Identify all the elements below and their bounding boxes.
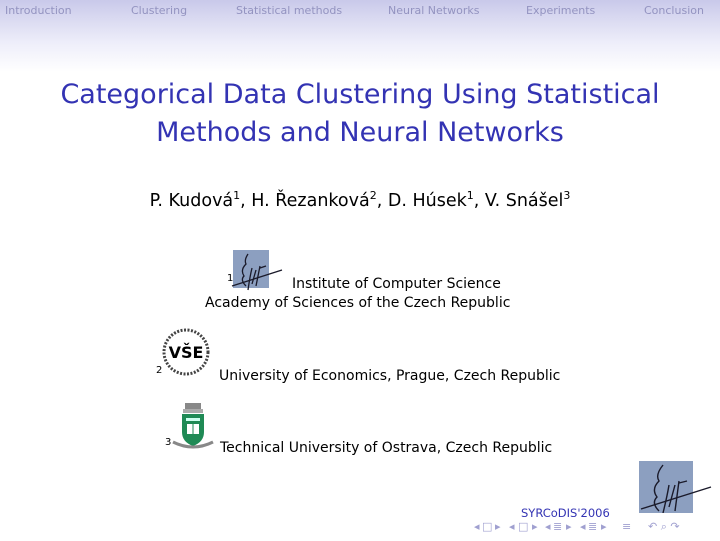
svg-text:VŠE: VŠE (169, 343, 204, 362)
vse-logo-icon: VŠE (160, 326, 212, 378)
affiliation-1-line-1: Institute of Computer Science (292, 276, 501, 292)
nav-section-prev-icon[interactable]: ◂ (545, 520, 551, 534)
conference-label: SYRCoDIS'2006 (521, 506, 610, 520)
nav-section-neural-networks[interactable]: Neural Networks (388, 4, 479, 17)
section-navigation: Introduction Clustering Statistical meth… (0, 4, 720, 20)
nav-frame-icon[interactable]: □ (482, 520, 492, 534)
affiliation-3-line-1: Technical University of Ostrava, Czech R… (220, 440, 553, 456)
separator: , (473, 191, 485, 211)
author-name: P. Kudová (149, 191, 234, 211)
nav-section-introduction[interactable]: Introduction (5, 4, 72, 17)
nav-section-experiments[interactable]: Experiments (526, 4, 595, 17)
authors-line: P. Kudová1, H. Řezanková2, D. Húsek1, V.… (0, 189, 720, 211)
nav-subsection-next-icon[interactable]: ▸ (532, 520, 538, 534)
nav-subsection-prev-icon[interactable]: ◂ (509, 520, 515, 534)
nav-section-clustering[interactable]: Clustering (131, 4, 187, 17)
nav-align-icon[interactable]: ≡ (622, 520, 631, 534)
nav-frame-prev-icon[interactable]: ◂ (474, 520, 480, 534)
nav-back-search-forward-icon[interactable]: ↶ ⌕ ↷ (648, 520, 680, 534)
ics-footer-logo-icon (639, 461, 712, 514)
nav-doc-next-icon[interactable]: ▸ (601, 520, 607, 534)
author-affil-mark: 1 (466, 189, 474, 202)
separator: , (376, 191, 388, 211)
nav-section-icon[interactable]: ≣ (553, 520, 562, 534)
affiliation-2-line-1: University of Economics, Prague, Czech R… (219, 368, 561, 384)
nav-subsection-icon[interactable]: □ (518, 520, 528, 534)
affiliation-1-line-2: Academy of Sciences of the Czech Republi… (205, 295, 511, 311)
nav-section-statistical-methods[interactable]: Statistical methods (236, 4, 342, 17)
nav-section-conclusion[interactable]: Conclusion (644, 4, 704, 17)
author-name: H. Řezanková (251, 191, 370, 211)
title-line-2: Methods and Neural Networks (156, 117, 564, 148)
ics-logo-icon (231, 250, 283, 291)
nav-frame-next-icon[interactable]: ▸ (495, 520, 501, 534)
vsb-logo-icon (171, 402, 215, 450)
author-affil-mark: 2 (369, 189, 377, 202)
nav-doc-icon[interactable]: ≣ (588, 520, 597, 534)
title-line-1: Categorical Data Clustering Using Statis… (60, 79, 660, 110)
author-name: D. Húsek (387, 191, 467, 211)
presentation-title: Categorical Data Clustering Using Statis… (0, 76, 720, 152)
nav-doc-prev-icon[interactable]: ◂ (580, 520, 586, 534)
nav-section-next-icon[interactable]: ▸ (566, 520, 572, 534)
separator: , (240, 191, 252, 211)
author-name: V. Snášel (484, 191, 564, 211)
author-affil-mark: 3 (563, 189, 571, 202)
